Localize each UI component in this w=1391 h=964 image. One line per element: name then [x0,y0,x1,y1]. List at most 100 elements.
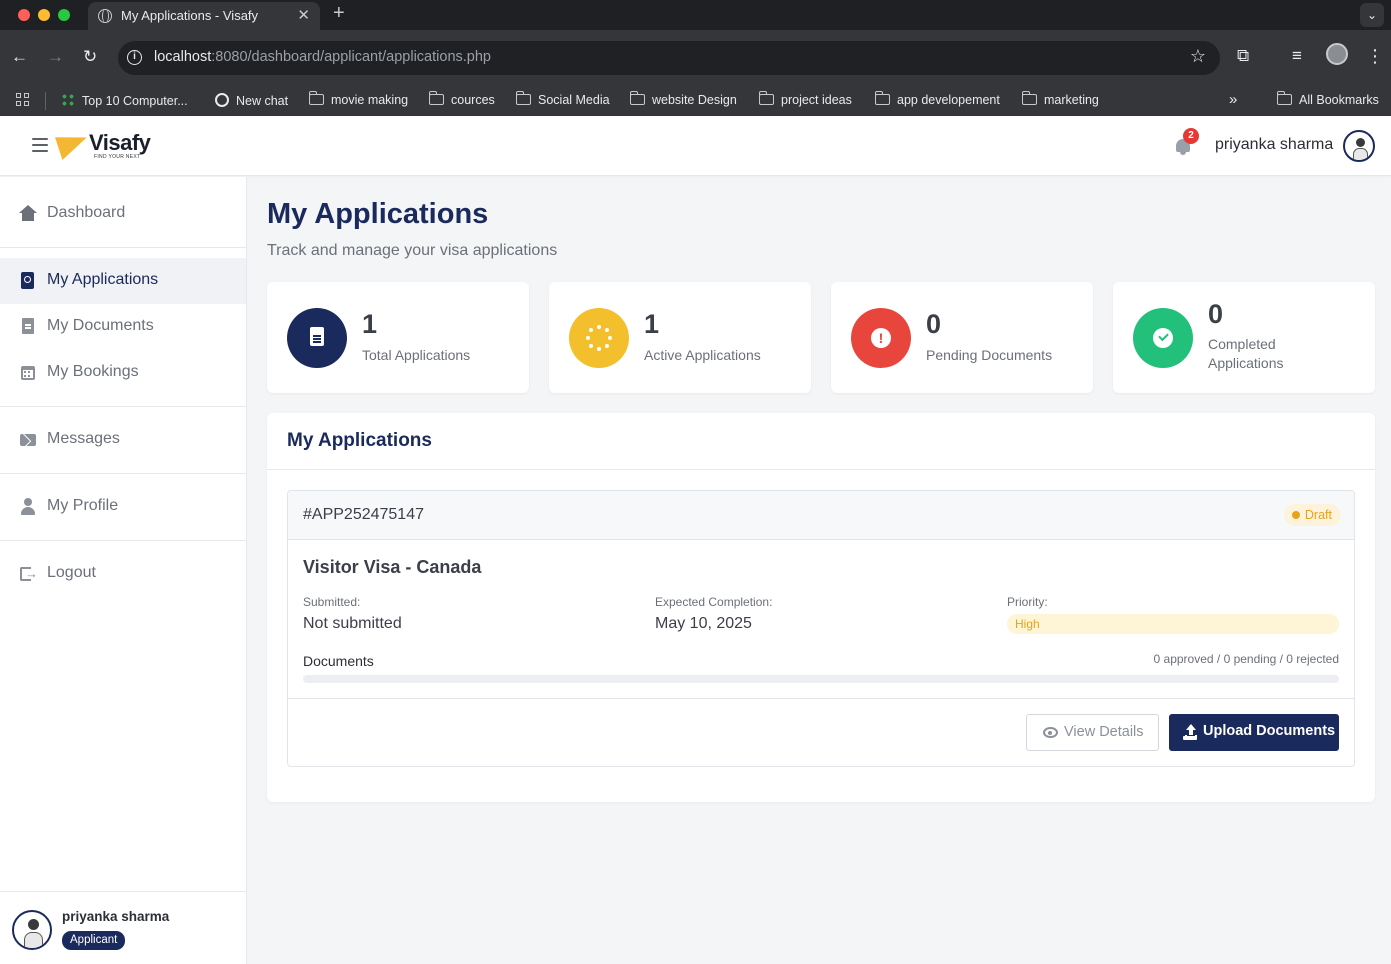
status-badge: Draft [1283,504,1341,526]
sidebar-item-my-bookings[interactable]: My Bookings [0,350,246,396]
bookmark-label: movie making [331,93,409,107]
bookmark-folder[interactable]: Social Media [515,91,610,107]
view-details-button[interactable]: View Details [1026,714,1159,751]
browser-tab[interactable]: My Applications - Visafy ✕ [88,2,320,30]
bookmark-label: project ideas [781,93,852,107]
bookmark-folder[interactable]: project ideas [758,91,852,107]
bookmark-folder[interactable]: website Design [629,91,737,107]
stat-icon-circle [287,308,347,368]
expected-completion-label: Expected Completion: [655,595,773,609]
folder-icon [1276,91,1292,105]
bookmark-folder[interactable]: movie making [308,91,409,107]
bookmark-item[interactable]: New chat [215,93,288,108]
url-text[interactable]: localhost:8080/dashboard/applicant/appli… [154,49,491,65]
bookmark-label: marketing [1044,93,1099,107]
sidebar-item-my-applications[interactable]: My Applications [0,258,246,304]
media-control-icon[interactable]: ≡ [1292,46,1302,66]
folder-icon [515,91,531,105]
sidebar-item-label: Messages [47,430,120,447]
tab-search-chevron-icon[interactable]: ⌄ [1360,3,1384,27]
sidebar-user-name: priyanka sharma [62,909,170,924]
window-minimize-button[interactable] [38,9,50,21]
profile-avatar-icon[interactable] [1326,43,1348,65]
sidebar-avatar [12,910,52,950]
logout-icon: → [19,565,38,583]
document-icon [19,318,37,336]
notification-count-badge: 2 [1183,128,1199,144]
upload-documents-label: Upload Documents [1203,723,1336,739]
bookmark-folder[interactable]: cources [428,91,495,107]
bookmark-site-icon [61,93,75,107]
upload-documents-button[interactable]: Upload Documents [1169,714,1339,751]
envelope-icon [19,431,37,449]
sidebar-item-label: Dashboard [47,204,126,221]
stat-label: Pending Documents [926,347,1053,363]
visafy-logo[interactable]: Visafy FIND YOUR NEXT [55,127,158,164]
stat-value: 0 [926,309,942,339]
site-info-icon[interactable]: i [127,50,142,65]
bookmark-folder[interactable]: marketing [1021,91,1099,107]
window-maximize-button[interactable] [58,9,70,21]
sidebar-user-card[interactable]: priyanka sharma Applicant [0,891,246,964]
bookmark-folder[interactable]: app developement [874,91,1000,107]
browser-tab-bar: My Applications - Visafy ✕ + ⌄ [0,0,1391,30]
more-menu-icon[interactable]: ⋮ [1366,46,1384,67]
exclamation-icon: ! [871,328,891,348]
sidebar-item-label: My Bookings [47,363,139,380]
new-tab-plus-icon[interactable]: + [333,2,345,25]
priority-label: Priority: [1007,595,1048,609]
bookmark-label: New chat [236,94,289,108]
header-user-name[interactable]: priyanka sharma [1215,136,1333,154]
bookmark-star-icon[interactable]: ☆ [1190,46,1206,67]
page-title: My Applications [267,198,489,230]
view-details-label: View Details [1064,724,1144,740]
stat-card-completed-applications: 0 Completed Applications [1113,282,1375,393]
folder-icon [1021,91,1037,105]
bookmark-item[interactable]: Top 10 Computer... [61,93,188,108]
extensions-puzzle-icon[interactable]: ⧉ [1237,46,1249,66]
paper-plane-icon [55,127,91,161]
passport-icon [19,272,37,290]
sidebar-item-label: My Profile [47,497,119,514]
stat-value: 1 [644,309,660,339]
forward-arrow-icon[interactable]: → [47,47,64,67]
documents-summary: 0 approved / 0 pending / 0 rejected [1153,652,1339,666]
bookmark-label: cources [451,93,495,107]
back-arrow-icon[interactable]: ← [11,47,28,67]
documents-progress-bar [303,675,1339,683]
sidebar-item-my-documents[interactable]: My Documents [0,304,246,350]
expected-completion-value: May 10, 2025 [655,615,752,632]
address-bar[interactable]: i localhost:8080/dashboard/applicant/app… [118,41,1220,75]
status-text: Draft [1304,508,1332,522]
submitted-value: Not submitted [303,615,402,632]
folder-icon [308,91,324,105]
sidebar-item-dashboard[interactable]: Dashboard [0,191,246,237]
sidebar-item-messages[interactable]: Messages [0,417,246,463]
home-icon [19,205,37,223]
bookmark-label: Top 10 Computer... [82,94,188,108]
more-bookmarks-chevron-icon[interactable]: » [1229,91,1237,108]
sidebar-item-my-profile[interactable]: My Profile [0,484,246,530]
hamburger-menu-icon[interactable] [32,138,48,152]
logo-tagline: FIND YOUR NEXT [94,154,141,160]
reload-icon[interactable]: ↻ [83,47,97,67]
header-avatar[interactable] [1343,130,1375,162]
submitted-label: Submitted: [303,595,361,609]
status-dot-icon [1291,511,1300,519]
documents-label: Documents [303,653,374,669]
calendar-icon [19,364,37,382]
check-icon [1153,328,1173,348]
apps-grid-icon[interactable] [16,93,30,107]
card-divider [288,698,1354,699]
all-bookmarks-folder[interactable]: All Bookmarks [1276,91,1379,107]
tab-close-icon[interactable]: ✕ [297,6,310,24]
logo-text: Visafy [89,130,151,155]
folder-icon [758,91,774,105]
user-icon [19,498,37,516]
sidebar-item-logout[interactable]: → Logout [0,551,246,597]
window-close-button[interactable] [18,9,30,21]
folder-icon [874,91,890,105]
visa-title: Visitor Visa - Canada [303,557,482,577]
sidebar-item-label: Logout [47,564,96,581]
application-id: #APP252475147 [303,506,424,523]
